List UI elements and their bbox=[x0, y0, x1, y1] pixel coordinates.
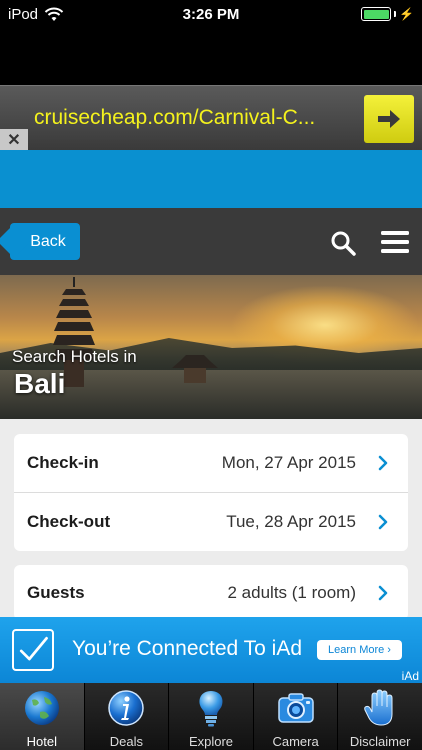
chevron-right-icon bbox=[378, 585, 388, 600]
destination-hero: Search Hotels in Bali bbox=[0, 275, 422, 419]
guests-value: 2 adults (1 room) bbox=[227, 582, 357, 602]
chevron-right-icon bbox=[378, 455, 388, 471]
info-icon bbox=[108, 690, 145, 726]
ad-close-button[interactable]: ✕ bbox=[0, 129, 28, 151]
learn-more-button[interactable]: Learn More › bbox=[317, 640, 402, 660]
guests-card: Guests 2 adults (1 room) bbox=[14, 565, 408, 620]
checkmark-icon bbox=[12, 629, 54, 671]
tab-label: Camera bbox=[272, 734, 319, 749]
destination-title: Bali bbox=[14, 368, 66, 399]
camera-icon bbox=[277, 693, 314, 723]
globe-icon bbox=[24, 691, 59, 725]
app-screen: iPod 3:26 PM ⚡ cruisecheap.com/Carnival-… bbox=[0, 0, 422, 750]
temple-image bbox=[172, 355, 218, 383]
back-button[interactable]: Back bbox=[10, 223, 80, 260]
tab-disclaimer[interactable]: Disclaimer bbox=[337, 683, 422, 750]
checkin-value: Mon, 27 Apr 2015 bbox=[221, 453, 356, 472]
checkout-label: Check-out bbox=[27, 512, 111, 531]
tab-label: Deals bbox=[109, 734, 144, 749]
guests-label: Guests bbox=[27, 582, 85, 602]
iad-message: You’re Connected To iAd bbox=[72, 637, 303, 660]
tab-explore[interactable]: Explore bbox=[168, 683, 253, 750]
lightbulb-icon bbox=[199, 691, 223, 727]
ad-banner[interactable]: cruisecheap.com/Carnival-C... ✕ bbox=[0, 85, 422, 151]
hero-subtitle: Search Hotels in bbox=[12, 347, 137, 366]
tab-label: Hotel bbox=[26, 734, 57, 749]
tab-deals[interactable]: Deals bbox=[83, 683, 169, 750]
hand-icon bbox=[364, 689, 393, 726]
back-label: Back bbox=[30, 232, 66, 250]
tab-hotel[interactable]: Hotel bbox=[0, 683, 84, 750]
iad-banner[interactable]: You’re Connected To iAd Learn More › iAd bbox=[0, 617, 422, 683]
blue-header-band bbox=[0, 150, 422, 208]
guests-row[interactable]: Guests 2 adults (1 room) bbox=[14, 565, 408, 620]
battery-icon bbox=[361, 7, 392, 21]
tab-label: Explore bbox=[188, 734, 234, 749]
search-icon[interactable] bbox=[330, 230, 356, 256]
dates-card: Check-in Mon, 27 Apr 2015 Check-out Tue,… bbox=[14, 434, 408, 551]
menu-icon[interactable] bbox=[381, 231, 409, 253]
status-bar: iPod 3:26 PM ⚡ bbox=[0, 0, 422, 30]
navigation-bar: Back bbox=[0, 208, 422, 275]
ad-text[interactable]: cruisecheap.com/Carnival-C... bbox=[34, 106, 352, 130]
checkout-value: Tue, 28 Apr 2015 bbox=[226, 512, 356, 531]
tab-bar: Hotel Deals Explore Camera Disclaimer bbox=[0, 683, 422, 750]
arrow-right-icon bbox=[378, 110, 400, 128]
chevron-right-icon bbox=[378, 514, 388, 530]
tab-label: Disclaimer bbox=[349, 734, 411, 749]
iad-label: iAd bbox=[401, 669, 419, 683]
ad-go-button[interactable] bbox=[364, 95, 414, 143]
charging-icon: ⚡ bbox=[399, 7, 414, 21]
top-spacer bbox=[0, 30, 422, 85]
checkout-row[interactable]: Check-out Tue, 28 Apr 2015 bbox=[14, 493, 408, 551]
battery-indicator: ⚡ bbox=[361, 7, 414, 21]
tab-camera[interactable]: Camera bbox=[252, 683, 338, 750]
checkin-label: Check-in bbox=[27, 453, 99, 472]
checkin-row[interactable]: Check-in Mon, 27 Apr 2015 bbox=[14, 434, 408, 492]
status-time: 3:26 PM bbox=[182, 6, 240, 23]
